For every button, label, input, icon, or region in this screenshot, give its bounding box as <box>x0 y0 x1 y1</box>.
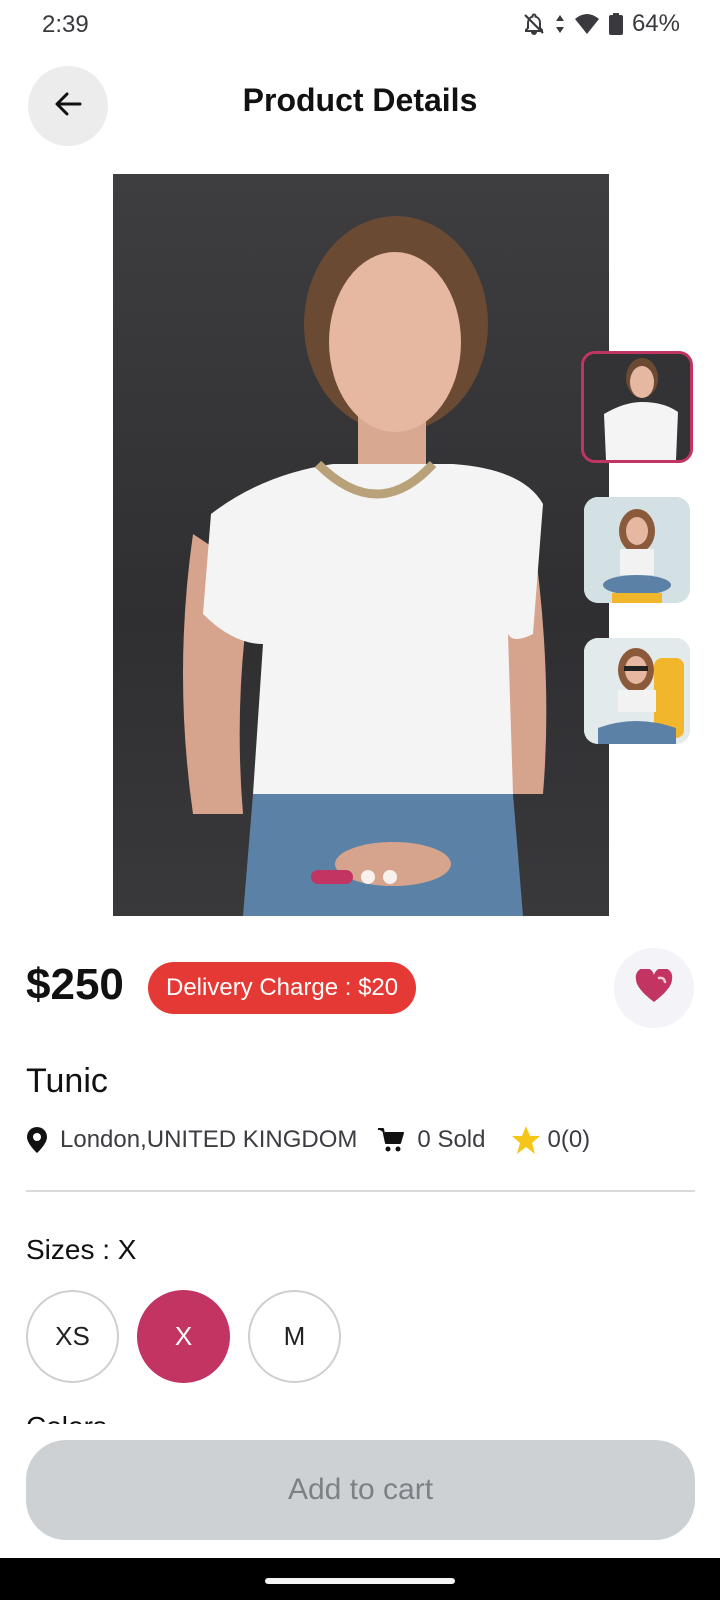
status-icons: 64% <box>522 10 680 38</box>
colors-label: Colors <box>26 1410 107 1424</box>
heart-icon <box>635 967 673 1008</box>
size-option-x[interactable]: X <box>137 1290 230 1383</box>
sizes-label: Sizes : X <box>26 1234 137 1265</box>
status-time: 2:39 <box>42 11 89 38</box>
product-photo <box>183 216 547 916</box>
thumbnail-3[interactable] <box>584 638 690 744</box>
thumbnail-1[interactable] <box>581 351 693 463</box>
carousel-indicator <box>311 870 397 884</box>
cart-icon <box>377 1127 405 1153</box>
thumbnail-2[interactable] <box>584 497 690 603</box>
data-arrows-icon <box>554 12 566 36</box>
location-text: London,UNITED KINGDOM <box>60 1126 358 1153</box>
product-price: $250 <box>26 960 124 1009</box>
thumbnail-3-image <box>584 638 690 744</box>
star-icon <box>511 1125 541 1155</box>
product-name: Tunic <box>26 1062 108 1100</box>
navigation-bar <box>0 1558 720 1600</box>
section-divider <box>26 1190 695 1192</box>
product-meta: London,UNITED KINGDOM 0 Sold 0(0) <box>26 1124 590 1156</box>
thumbnail-2-image <box>584 497 690 603</box>
product-image[interactable] <box>113 174 609 916</box>
wifi-icon <box>574 12 600 36</box>
carousel-dot-1[interactable] <box>311 870 353 884</box>
thumbnail-1-image <box>584 354 690 460</box>
size-option-m[interactable]: M <box>248 1290 341 1383</box>
sold-count: 0 Sold <box>417 1126 486 1153</box>
home-gesture-handle[interactable] <box>265 1578 455 1584</box>
add-to-cart-button[interactable]: Add to cart <box>26 1440 695 1540</box>
size-options: XS X M <box>26 1290 341 1383</box>
rating-info: 0(0) <box>511 1125 590 1155</box>
size-option-xs[interactable]: XS <box>26 1290 119 1383</box>
location-pin-icon <box>26 1126 48 1154</box>
battery-level: 64% <box>631 10 680 37</box>
battery-icon <box>608 12 624 36</box>
status-bar: 2:39 64% <box>0 0 720 50</box>
notifications-off-icon <box>522 12 546 36</box>
sold-info: 0 Sold <box>377 1126 485 1154</box>
page-title: Product Details <box>242 82 478 118</box>
rating-text: 0(0) <box>547 1126 591 1153</box>
location-info: London,UNITED KINGDOM <box>26 1126 357 1154</box>
carousel-dot-2[interactable] <box>361 870 375 884</box>
carousel-dot-3[interactable] <box>383 870 397 884</box>
delivery-charge-badge: Delivery Charge : $20 <box>148 962 417 1014</box>
favorite-button[interactable] <box>614 948 694 1028</box>
